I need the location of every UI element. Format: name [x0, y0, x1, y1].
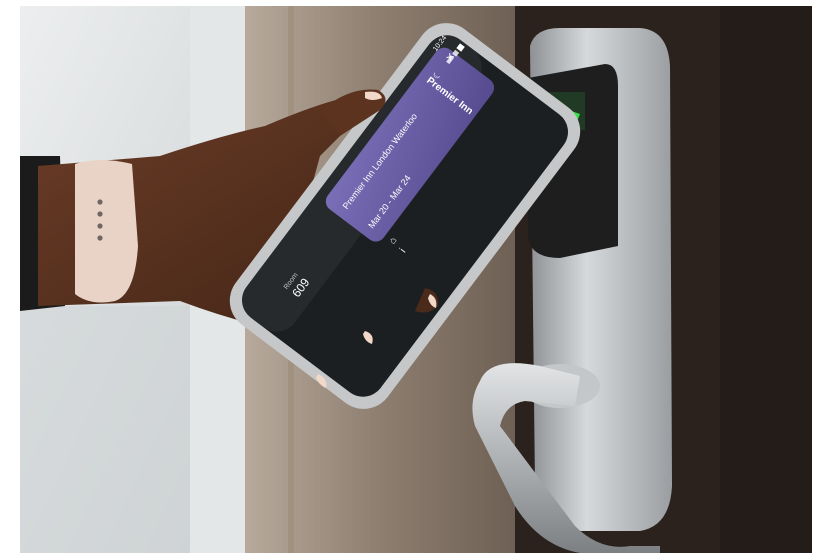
door-grain [720, 6, 812, 553]
watch-band-hole [97, 211, 103, 217]
watch-band [75, 160, 138, 303]
watch-band-hole [97, 223, 103, 229]
watch-band-hole [97, 235, 103, 241]
watch-band-hole [97, 199, 103, 205]
photo-scene: Premier Inn Premier Inn London Waterloo … [20, 6, 812, 553]
